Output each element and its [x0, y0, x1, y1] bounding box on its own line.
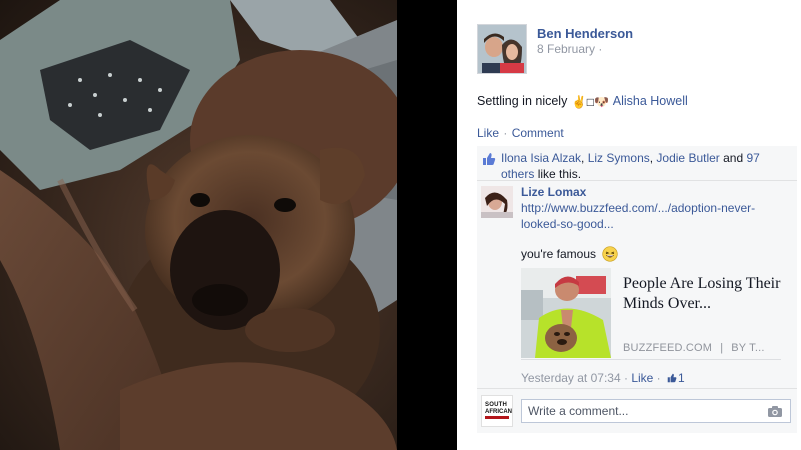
comment-input-placeholder: Write a comment...: [528, 404, 629, 418]
comment-text: you're famous: [521, 247, 596, 261]
post-emoji: ✌️□🐶: [571, 95, 609, 109]
action-separator: ·: [503, 126, 508, 140]
avatar-logo-bar: [485, 416, 509, 419]
likes-suffix: like this.: [534, 167, 582, 181]
link-preview-image[interactable]: [521, 268, 611, 358]
likes-separator: ,: [581, 151, 588, 165]
link-preview-source: BUZZFEED.COM | BY T...: [623, 342, 765, 354]
likes-and-text: and: [719, 151, 747, 165]
puppy-photo-image: [0, 0, 397, 450]
post-timestamp[interactable]: 8 February ·: [537, 42, 602, 56]
comment-url-link[interactable]: http://www.buzzfeed.com/.../adoption-nev…: [521, 200, 771, 232]
liker-name[interactable]: Jodie Butler: [656, 151, 719, 165]
feedback-section: Ilona Isia Alzak, Liz Symons, Jodie Butl…: [477, 146, 797, 433]
comment-item: Lize Lomax http://www.buzzfeed.com/.../a…: [477, 181, 797, 389]
photo-viewer-backdrop: [397, 0, 457, 450]
thumbs-up-icon: [483, 153, 496, 165]
thumbs-up-icon: [667, 373, 677, 383]
link-preview-card[interactable]: People Are Losing Their Minds Over... BU…: [521, 268, 781, 360]
comment-text-line: you're famous: [521, 246, 791, 262]
comment-like-link[interactable]: Like: [631, 371, 653, 385]
author-avatar[interactable]: [477, 24, 527, 74]
commenter-avatar[interactable]: [481, 186, 513, 218]
avatar-logo-line-1: SOUTH: [485, 402, 507, 408]
comment-body: Lize Lomax http://www.buzzfeed.com/.../a…: [521, 185, 791, 360]
link-preview-title[interactable]: People Are Losing Their Minds Over...: [623, 274, 781, 314]
like-link[interactable]: Like: [477, 126, 499, 140]
preview-byline: BY T...: [731, 342, 765, 354]
comment-timestamp[interactable]: Yesterday at 07:34: [521, 371, 621, 385]
preview-separator: |: [720, 342, 724, 354]
author-name[interactable]: Ben Henderson: [537, 26, 633, 41]
post-photo[interactable]: [0, 0, 397, 450]
likes-summary: Ilona Isia Alzak, Liz Symons, Jodie Butl…: [477, 146, 797, 181]
meta-separator: ·: [653, 371, 664, 385]
comment-link[interactable]: Comment: [512, 126, 564, 140]
author-avatar-image: [478, 25, 526, 73]
comment-meta: Yesterday at 07:34 · Like · 1: [521, 371, 685, 385]
preview-domain: BUZZFEED.COM: [623, 342, 713, 354]
post-message: Settling in nicely ✌️□🐶 Alisha Howell: [477, 94, 688, 109]
comment-input[interactable]: Write a comment...: [521, 399, 791, 423]
post-side-panel: Ben Henderson 8 February · Settling in n…: [457, 0, 801, 450]
comment-like-count[interactable]: 1: [678, 371, 685, 385]
liker-name[interactable]: Liz Symons: [588, 151, 650, 165]
comment-composer: SOUTH AFRICAN Write a comment...: [477, 389, 797, 433]
current-user-avatar[interactable]: SOUTH AFRICAN: [481, 395, 513, 427]
post-actions: Like · Comment: [477, 126, 564, 140]
post-text: Settling in nicely: [477, 94, 568, 108]
meta-separator: ·: [620, 371, 632, 385]
avatar-logo-line-2: AFRICAN: [485, 409, 512, 415]
preview-thumbnail: [521, 268, 611, 358]
liker-name[interactable]: Ilona Isia Alzak: [501, 151, 581, 165]
laughing-emoji-icon: [602, 246, 618, 262]
camera-icon[interactable]: [768, 406, 782, 417]
tagged-person-link[interactable]: Alisha Howell: [613, 94, 688, 108]
commenter-avatar-image: [481, 186, 513, 218]
commenter-name[interactable]: Lize Lomax: [521, 185, 791, 199]
post-header: Ben Henderson 8 February ·: [477, 24, 797, 76]
